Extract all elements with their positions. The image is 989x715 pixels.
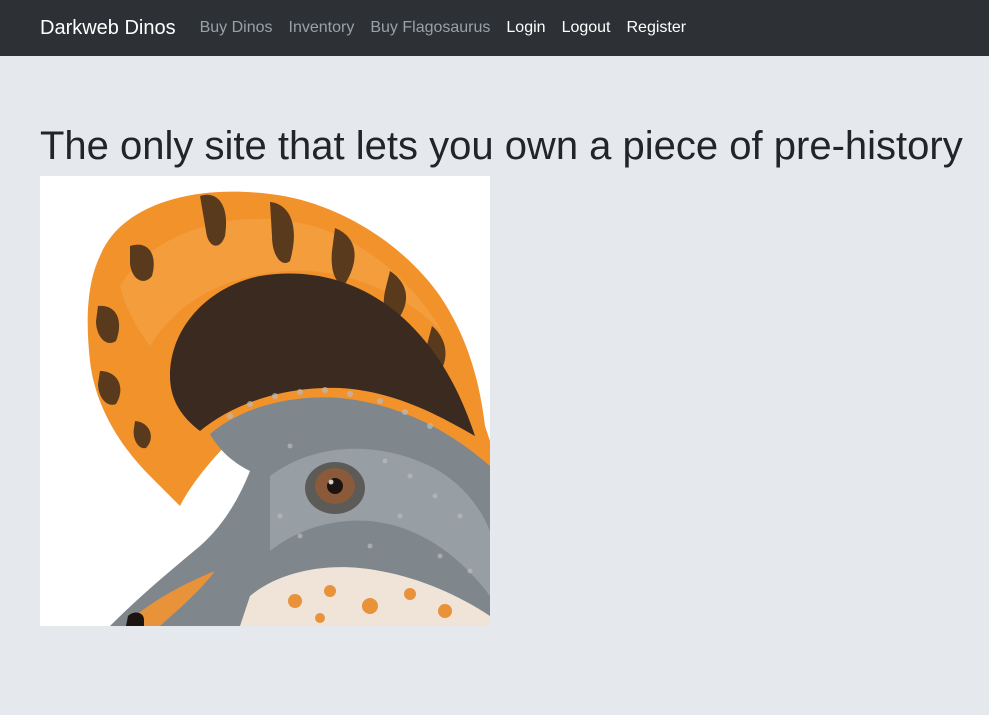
dinosaur-image (40, 176, 490, 626)
nav-link-inventory[interactable]: Inventory (289, 18, 355, 38)
dinosaur-illustration (87, 191, 490, 626)
nav-link-buy-flagosaurus[interactable]: Buy Flagosaurus (370, 18, 490, 38)
nav-link-login[interactable]: Login (506, 18, 545, 38)
top-navbar: Darkweb Dinos Buy Dinos Inventory Buy Fl… (0, 0, 989, 56)
nav-link-buy-dinos[interactable]: Buy Dinos (200, 18, 273, 38)
nav-link-register[interactable]: Register (627, 18, 687, 38)
dino-eye (305, 462, 365, 514)
page-title: The only site that lets you own a piece … (40, 124, 963, 168)
nav-link-logout[interactable]: Logout (562, 18, 611, 38)
brand-link[interactable]: Darkweb Dinos (40, 16, 176, 40)
nav-links: Buy Dinos Inventory Buy Flagosaurus Logi… (200, 18, 702, 38)
